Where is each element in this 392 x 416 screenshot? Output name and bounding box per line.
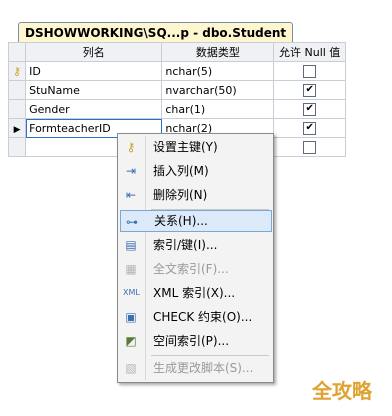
allow-null-cell: ✔ <box>273 80 346 100</box>
column-name-cell[interactable]: Gender <box>25 99 163 119</box>
data-type-cell[interactable]: nchar(5) <box>161 61 275 81</box>
menu-item-label: 插入列(M) <box>153 164 209 178</box>
row-selector[interactable]: ⚷ <box>7 61 27 81</box>
menu-item-spatial-index[interactable]: ◩ 空间索引(P)... <box>120 330 270 352</box>
primary-key-icon: ⚷ <box>13 64 22 78</box>
data-type-cell[interactable]: char(1) <box>161 99 275 119</box>
menu-item-delete-column[interactable]: ⇤ 删除列(N) <box>120 184 270 206</box>
menu-item-xml-index[interactable]: XML XML 索引(X)... <box>120 282 270 304</box>
spatial-index-icon: ◩ <box>125 334 137 348</box>
allow-null-cell: ✔ <box>273 118 346 138</box>
menu-item-generate-script: ▧ 生成更改脚本(S)... <box>120 357 270 379</box>
key-icon: ⚷ <box>126 140 136 154</box>
menu-item-set-primary-key[interactable]: ⚷ 设置主键(Y) <box>120 136 270 158</box>
allow-null-header: 允许 Null 值 <box>273 42 346 62</box>
menu-item-label: 删除列(N) <box>153 188 208 202</box>
table-row[interactable]: StuName nvarchar(50) ✔ <box>7 80 346 100</box>
delete-column-icon: ⇤ <box>125 188 137 202</box>
allow-null-cell: ✔ <box>273 99 346 119</box>
allow-null-cell <box>273 137 346 157</box>
data-type-header: 数据类型 <box>161 42 275 62</box>
table-row[interactable]: ⚷ ID nchar(5) <box>7 61 346 81</box>
menu-item-label: 设置主键(Y) <box>153 140 218 154</box>
column-name-header: 列名 <box>25 42 163 62</box>
relationship-icon: ⊶ <box>126 215 138 229</box>
allow-null-checkbox[interactable] <box>303 64 317 78</box>
xml-index-icon: XML <box>123 288 140 297</box>
context-menu: ⚷ 设置主键(Y) ⇥ 插入列(M) ⇤ 删除列(N) ⊶ 关系(H)... ▤… <box>117 133 274 383</box>
menu-item-indexes-keys[interactable]: ▤ 索引/键(I)... <box>120 234 270 256</box>
script-icon: ▧ <box>125 361 137 375</box>
insert-column-icon: ⇥ <box>125 164 137 178</box>
row-selector[interactable]: ▶ <box>7 118 27 138</box>
grid-header-row: 列名 数据类型 允许 Null 值 <box>7 42 346 62</box>
menu-item-label: 空间索引(P)... <box>153 334 230 348</box>
row-selector[interactable] <box>7 137 27 157</box>
current-row-arrow-icon: ▶ <box>13 124 21 135</box>
allow-null-checkbox[interactable]: ✔ <box>303 102 317 116</box>
check-constraint-icon: ▣ <box>125 310 137 324</box>
menu-item-label: XML 索引(X)... <box>153 286 236 300</box>
column-name-cell[interactable]: StuName <box>25 80 163 100</box>
row-selector[interactable] <box>7 99 27 119</box>
menu-item-label: 生成更改脚本(S)... <box>153 361 254 375</box>
menu-separator <box>151 355 269 356</box>
index-icon: ▤ <box>125 238 137 252</box>
document-tab[interactable]: DSHOWWORKING\SQ...p - dbo.Student <box>18 22 294 43</box>
allow-null-cell <box>273 61 346 81</box>
allow-null-checkbox[interactable]: ✔ <box>303 83 317 97</box>
table-row[interactable]: Gender char(1) ✔ <box>7 99 346 119</box>
allow-null-checkbox[interactable]: ✔ <box>303 121 317 135</box>
menu-item-check-constraints[interactable]: ▣ CHECK 约束(O)... <box>120 306 270 328</box>
row-selector[interactable] <box>7 80 27 100</box>
row-selector-header <box>7 42 27 62</box>
watermark-logo: 全攻略 <box>312 379 372 403</box>
menu-item-insert-column[interactable]: ⇥ 插入列(M) <box>120 160 270 182</box>
fulltext-icon: ▦ <box>125 262 137 276</box>
column-name-cell[interactable]: ID <box>25 61 163 81</box>
menu-item-relationships[interactable]: ⊶ 关系(H)... <box>120 210 272 232</box>
menu-item-label: 全文索引(F)... <box>153 262 229 276</box>
allow-null-checkbox[interactable] <box>303 140 317 154</box>
menu-item-label: CHECK 约束(O)... <box>153 310 253 324</box>
menu-item-label: 索引/键(I)... <box>153 238 218 252</box>
menu-item-label: 关系(H)... <box>154 214 208 228</box>
menu-item-fulltext-index: ▦ 全文索引(F)... <box>120 258 270 280</box>
data-type-cell[interactable]: nvarchar(50) <box>161 80 275 100</box>
document-tab-strip: DSHOWWORKING\SQ...p - dbo.Student <box>0 0 392 43</box>
